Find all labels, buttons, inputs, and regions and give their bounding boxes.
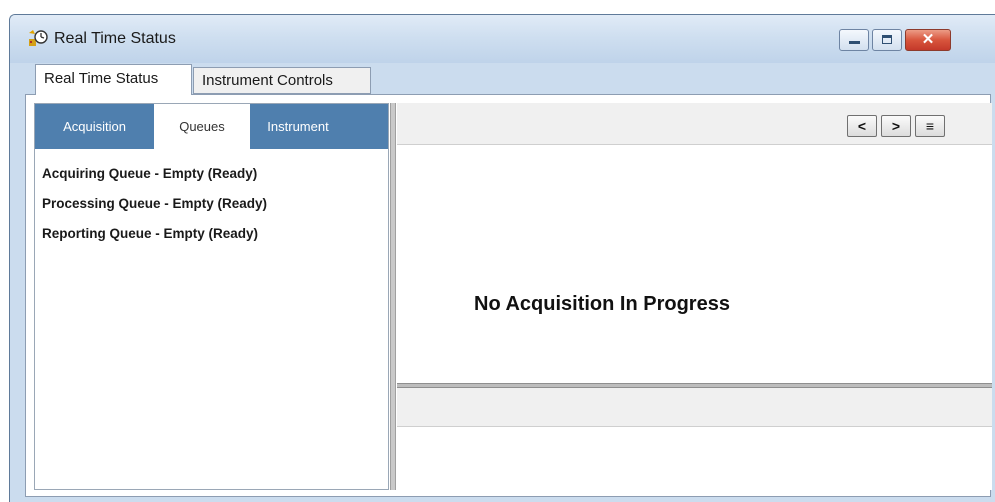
vertical-splitter[interactable] bbox=[390, 103, 396, 490]
subtab-instrument[interactable]: Instrument bbox=[250, 104, 346, 149]
left-pane: Acquisition Queues Instrument Acquiring … bbox=[34, 103, 389, 490]
minimize-icon bbox=[849, 41, 860, 44]
previous-button[interactable]: < bbox=[847, 115, 877, 137]
tab-real-time-status[interactable]: Real Time Status bbox=[35, 64, 192, 95]
tab-content: Acquisition Queues Instrument Acquiring … bbox=[25, 94, 992, 497]
chevron-left-icon: < bbox=[857, 118, 867, 134]
status-message: No Acquisition In Progress bbox=[474, 293, 730, 315]
list-item: Processing Queue - Empty (Ready) bbox=[42, 196, 268, 211]
app-icon bbox=[29, 30, 48, 46]
maximize-icon bbox=[882, 35, 892, 44]
app-window: Real Time Status ✕ Real Time Status Inst… bbox=[9, 14, 995, 502]
next-button[interactable]: > bbox=[881, 115, 911, 137]
subtab-acquisition[interactable]: Acquisition bbox=[35, 104, 154, 149]
status-area: No Acquisition In Progress bbox=[397, 145, 992, 383]
close-button[interactable]: ✕ bbox=[905, 29, 951, 51]
lower-toolbar bbox=[397, 388, 992, 427]
list-item: Reporting Queue - Empty (Ready) bbox=[42, 226, 259, 241]
menu-button[interactable]: ≡ bbox=[915, 115, 945, 137]
minimize-button[interactable] bbox=[839, 29, 869, 51]
subtab-bar: Acquisition Queues Instrument bbox=[35, 104, 388, 149]
maximize-button[interactable] bbox=[872, 29, 902, 51]
list-item: Acquiring Queue - Empty (Ready) bbox=[42, 166, 258, 181]
subtab-queues[interactable]: Queues bbox=[154, 104, 250, 149]
right-toolbar: < > ≡ bbox=[397, 103, 992, 145]
menu-icon: ≡ bbox=[925, 118, 935, 134]
chevron-right-icon: > bbox=[891, 118, 901, 134]
tab-instrument-controls[interactable]: Instrument Controls bbox=[193, 67, 371, 94]
title-bar[interactable]: Real Time Status ✕ bbox=[10, 15, 995, 63]
right-pane: < > ≡ No Acquisition In Progress bbox=[397, 103, 992, 490]
close-icon: ✕ bbox=[921, 31, 935, 48]
queue-list: Acquiring Queue - Empty (Ready) Processi… bbox=[42, 166, 267, 256]
lower-area bbox=[397, 427, 992, 490]
window-title: Real Time Status bbox=[54, 30, 176, 47]
